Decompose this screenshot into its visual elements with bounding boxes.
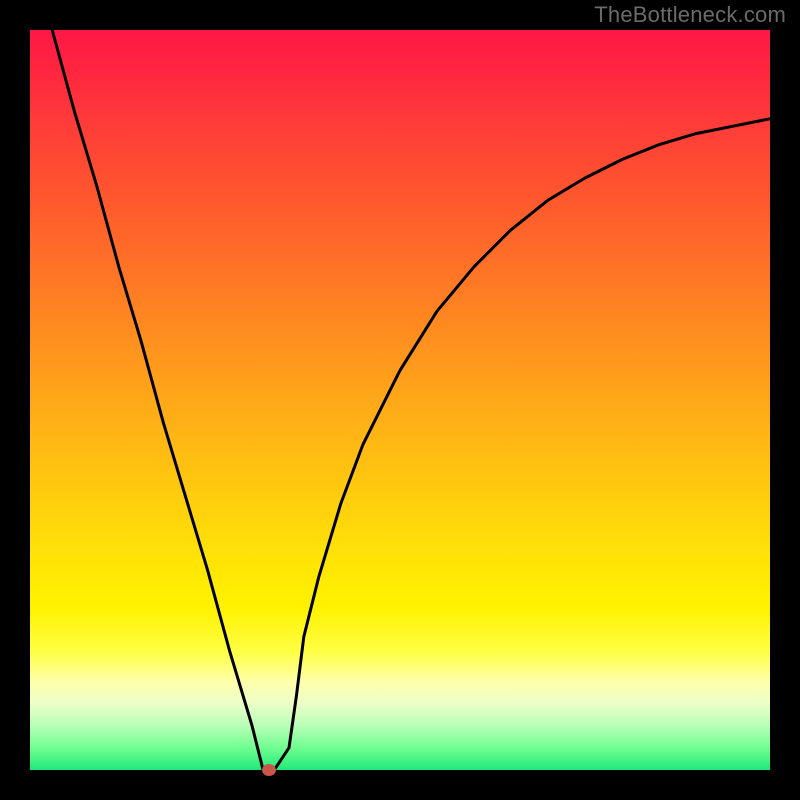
bottleneck-curve <box>0 0 800 800</box>
watermark-text: TheBottleneck.com <box>594 2 786 28</box>
minimum-marker <box>262 764 276 776</box>
chart-frame: TheBottleneck.com <box>0 0 800 800</box>
